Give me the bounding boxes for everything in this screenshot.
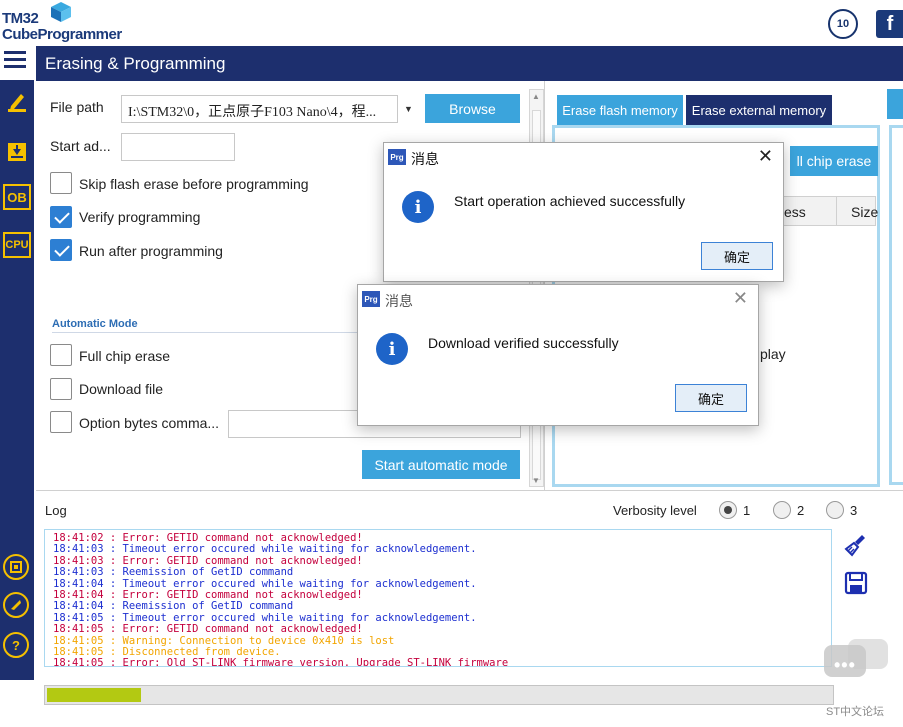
watermark-text: ST中文论坛 <box>826 706 885 718</box>
verbosity-radio-1[interactable] <box>719 501 737 519</box>
automatic-mode-heading: Automatic Mode <box>52 318 138 330</box>
nav-option-bytes-icon[interactable]: OB <box>3 184 31 210</box>
option-bytes-label: Option bytes comma... <box>79 415 220 431</box>
nav-cpu-icon[interactable]: CPU <box>3 232 31 258</box>
right-edge-panel <box>884 81 903 490</box>
erase-bottom-label: play <box>760 346 786 362</box>
message-dialog-download: Prg 消息 ✕ i Download verified successfull… <box>357 284 759 426</box>
scroll-down-icon[interactable]: ▼ <box>532 476 540 485</box>
full-chip-erase-label: Full chip erase <box>79 348 171 364</box>
dialog-message: Start operation achieved successfully <box>454 193 686 209</box>
left-navigation: OB CPU ? <box>0 46 36 727</box>
log-line: 18:41:05 : Error: Old ST-LINK firmware v… <box>53 657 509 667</box>
logo-text-bottom: CubeProgrammer <box>2 26 122 43</box>
ok-button[interactable]: 确定 <box>701 242 773 270</box>
close-icon[interactable]: ✕ <box>758 146 773 167</box>
nav-download-icon[interactable] <box>2 136 32 168</box>
log-output[interactable]: 18:41:02 : Error: GETID command not ackn… <box>44 529 832 667</box>
nav-rail: OB CPU ? <box>0 80 34 680</box>
file-path-label: File path <box>50 99 104 115</box>
log-line: 18:41:05 : Error: GETID command not ackn… <box>53 623 363 636</box>
info-icon: i <box>402 191 434 223</box>
tab-erase-flash-memory[interactable]: Erase flash memory <box>557 95 683 125</box>
close-icon[interactable]: ✕ <box>733 288 748 309</box>
scroll-up-icon[interactable]: ▲ <box>532 92 540 101</box>
skip-erase-checkbox[interactable] <box>50 172 72 194</box>
skip-erase-label: Skip flash erase before programming <box>79 176 309 192</box>
column-header-address[interactable]: ess <box>784 204 806 220</box>
message-dialog-start: Prg 消息 ✕ i Start operation achieved succ… <box>383 142 784 282</box>
right-tab[interactable] <box>887 89 903 119</box>
column-header-size[interactable]: Size <box>836 197 878 225</box>
nav-swv-icon[interactable] <box>3 554 29 580</box>
info-icon: i <box>376 333 408 365</box>
verify-programming-label: Verify programming <box>79 209 201 225</box>
run-after-programming-label: Run after programming <box>79 243 223 259</box>
download-file-label: Download file <box>79 381 164 397</box>
chevron-down-icon[interactable]: ▼ <box>397 95 419 123</box>
nav-el-icon[interactable] <box>3 592 29 618</box>
verbosity-option-1: 1 <box>743 503 751 518</box>
verbosity-option-3: 3 <box>850 503 858 518</box>
download-file-checkbox[interactable] <box>50 378 72 400</box>
log-title: Log <box>45 503 67 518</box>
app-icon: Prg <box>388 149 406 165</box>
verbosity-radio-3[interactable] <box>826 501 844 519</box>
log-line: 18:41:03 : Reemission of GetID command <box>53 566 294 579</box>
start-automatic-mode-button[interactable]: Start automatic mode <box>362 450 520 479</box>
full-chip-erase-button[interactable]: ll chip erase <box>790 146 878 176</box>
page-title: Erasing & Programming <box>45 54 226 73</box>
verbosity-radio-2[interactable] <box>773 501 791 519</box>
verify-programming-checkbox[interactable] <box>50 206 72 228</box>
log-lines: 18:41:02 : Error: GETID command not ackn… <box>53 532 509 667</box>
facebook-icon[interactable]: f <box>876 10 903 38</box>
app-icon: Prg <box>362 291 380 307</box>
full-chip-erase-checkbox[interactable] <box>50 344 72 366</box>
hamburger-menu-icon[interactable] <box>4 51 26 69</box>
nav-erase-program-pencil-icon[interactable] <box>2 86 32 118</box>
log-panel: Log Verbosity level 1 2 3 18:41:02 : Err… <box>36 490 903 727</box>
dialog-message: Download verified successfully <box>428 335 619 351</box>
verbosity-option-2: 2 <box>797 503 805 518</box>
browse-button[interactable]: Browse <box>425 94 520 123</box>
progress-bar <box>44 685 834 705</box>
dialog-title: 消息 <box>411 151 439 167</box>
cube-logo-icon <box>51 2 71 22</box>
start-address-label: Start ad... <box>50 138 111 154</box>
save-log-icon[interactable] <box>844 571 868 595</box>
ok-button[interactable]: 确定 <box>675 384 747 412</box>
tab-erase-external-memory[interactable]: Erase external memory <box>686 95 832 125</box>
anniversary-badge-icon[interactable]: 10 <box>828 9 858 39</box>
option-bytes-checkbox[interactable] <box>50 411 72 433</box>
right-panel-border <box>889 125 903 485</box>
forum-watermark: ••• ST中文论坛 <box>818 639 903 727</box>
progress-bar-fill <box>47 688 141 702</box>
page-header: Erasing & Programming <box>36 46 903 81</box>
chat-dots-icon: ••• <box>834 655 856 675</box>
nav-help-icon[interactable]: ? <box>3 632 29 658</box>
logo-text-top: TM32 <box>2 10 39 27</box>
verbosity-label: Verbosity level <box>613 503 697 518</box>
dialog-titlebar[interactable]: Prg 消息 ✕ <box>384 143 783 171</box>
dialog-titlebar[interactable]: Prg 消息 ✕ <box>358 285 758 313</box>
file-path-combobox[interactable]: I:\STM32\0，正点原子F103 Nano\4，程... <box>121 95 419 123</box>
start-address-input[interactable] <box>121 133 235 161</box>
clear-log-broom-icon[interactable] <box>844 533 868 557</box>
dialog-title: 消息 <box>385 293 413 309</box>
run-after-programming-checkbox[interactable] <box>50 239 72 261</box>
brand-bar: TM32 CubeProgrammer 10 f <box>0 0 903 46</box>
